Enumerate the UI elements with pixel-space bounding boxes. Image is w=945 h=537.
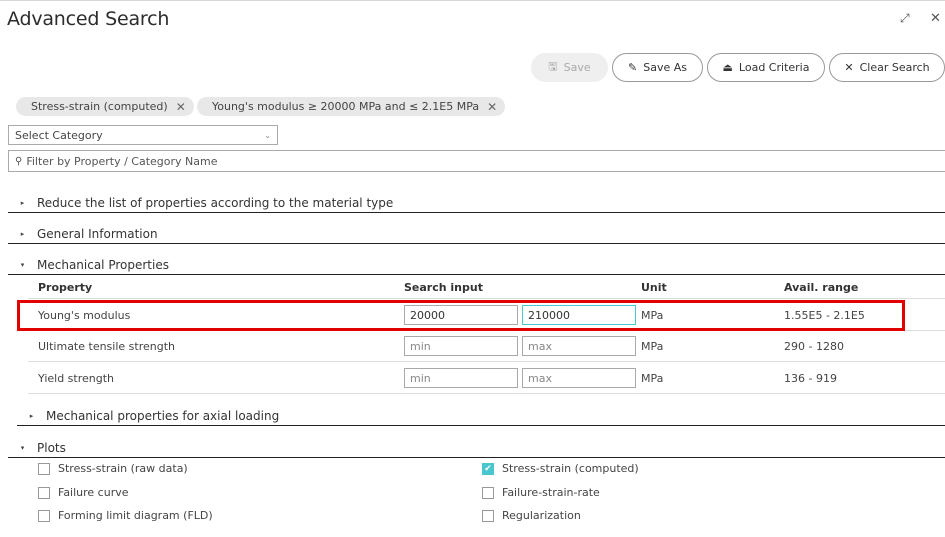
- property-name: Ultimate tensile strength: [38, 340, 176, 353]
- section-mechanical-properties[interactable]: ▾ Mechanical Properties: [8, 255, 945, 275]
- plot-checkbox[interactable]: ✔ Stress-strain (computed): [482, 462, 639, 475]
- category-select[interactable]: Select Category ⌄: [8, 125, 278, 145]
- column-header-property: Property: [38, 281, 93, 294]
- checkbox-icon: [38, 462, 50, 475]
- expand-arrow-icon: ▸: [29, 411, 34, 420]
- section-label: Plots: [37, 440, 66, 455]
- remove-chip-icon[interactable]: ✕: [487, 100, 497, 114]
- unit: MPa: [641, 309, 664, 322]
- section-axial-loading[interactable]: ▸ Mechanical properties for axial loadin…: [17, 406, 945, 426]
- checkbox-label: Forming limit diagram (FLD): [58, 509, 213, 522]
- checkbox-icon: [482, 509, 494, 522]
- collapse-arrow-icon: ▾: [20, 260, 25, 269]
- plot-checkbox[interactable]: Failure curve: [38, 486, 129, 499]
- unit: MPa: [641, 372, 664, 385]
- filter-chip: Young's modulus ≥ 20000 MPa and ≤ 2.1E5 …: [197, 97, 506, 116]
- checkbox-label: Regularization: [502, 509, 581, 522]
- save-as-button[interactable]: ✎ Save As: [612, 53, 703, 82]
- avail-range: 1.55E5 - 2.1E5: [784, 309, 865, 322]
- close-icon[interactable]: ✕: [930, 11, 941, 26]
- divider: [28, 298, 945, 299]
- column-header-avail-range: Avail. range: [784, 281, 859, 294]
- checkbox-icon: [38, 509, 50, 522]
- property-name: Young's modulus: [38, 309, 131, 322]
- table-row: Yield strength MPa 136 - 919: [28, 363, 945, 394]
- load-criteria-label: Load Criteria: [738, 61, 810, 74]
- filter-placeholder: Filter by Property / Category Name: [26, 154, 218, 168]
- edit-icon: ✎: [628, 61, 638, 74]
- section-general-information[interactable]: ▸ General Information: [8, 224, 945, 244]
- category-select-value: Select Category: [15, 128, 103, 142]
- property-name: Yield strength: [38, 372, 115, 385]
- expand-arrow-icon: ▸: [20, 229, 25, 238]
- collapse-arrow-icon: ▾: [20, 443, 25, 452]
- chevron-down-icon: ⌄: [264, 130, 271, 140]
- section-label: General Information: [37, 226, 158, 241]
- section-label: Mechanical Properties: [37, 257, 169, 272]
- section-label: Reduce the list of properties according …: [37, 195, 394, 210]
- min-input[interactable]: [404, 305, 518, 325]
- checkmark-icon: ✔: [482, 462, 494, 475]
- remove-chip-icon[interactable]: ✕: [176, 100, 186, 114]
- table-row: Young's modulus MPa 1.55E5 - 2.1E5: [28, 300, 945, 331]
- checkbox-label: Stress-strain (computed): [502, 462, 639, 475]
- upload-icon: ⏏: [722, 61, 733, 74]
- section-plots[interactable]: ▾ Plots: [8, 438, 945, 458]
- column-header-search-input: Search input: [404, 281, 483, 294]
- section-material-type[interactable]: ▸ Reduce the list of properties accordin…: [8, 193, 945, 213]
- checkbox-label: Stress-strain (raw data): [58, 462, 188, 475]
- checkbox-label: Failure curve: [58, 486, 129, 499]
- min-input[interactable]: [404, 368, 518, 388]
- avail-range: 136 - 919: [784, 372, 837, 385]
- table-row: Ultimate tensile strength MPa 290 - 1280: [28, 331, 945, 362]
- checkbox-label: Failure-strain-rate: [502, 486, 600, 499]
- max-input[interactable]: [522, 368, 636, 388]
- unit: MPa: [641, 340, 664, 353]
- column-header-unit: Unit: [641, 281, 667, 294]
- save-label: Save: [563, 61, 591, 74]
- plot-checkbox[interactable]: Stress-strain (raw data): [38, 462, 188, 475]
- plot-checkbox[interactable]: Forming limit diagram (FLD): [38, 509, 213, 522]
- avail-range: 290 - 1280: [784, 340, 844, 353]
- checkbox-icon: [482, 486, 494, 499]
- max-input[interactable]: [522, 336, 636, 356]
- plot-checkbox[interactable]: Failure-strain-rate: [482, 486, 600, 499]
- filter-input[interactable]: ⚲ Filter by Property / Category Name: [8, 150, 945, 172]
- save-icon: 🖫: [548, 60, 558, 73]
- chip-label: Young's modulus ≥ 20000 MPa and ≤ 2.1E5 …: [212, 100, 480, 113]
- plot-checkbox[interactable]: Regularization: [482, 509, 581, 522]
- search-icon: ⚲: [15, 155, 23, 167]
- section-label: Mechanical properties for axial loading: [46, 408, 280, 423]
- chip-label: Stress-strain (computed): [31, 100, 168, 113]
- clear-search-button[interactable]: ✕ Clear Search: [829, 53, 945, 82]
- checkbox-icon: [38, 486, 50, 499]
- page-title: Advanced Search: [7, 8, 170, 30]
- filter-chip: Stress-strain (computed) ✕: [16, 97, 194, 116]
- save-as-label: Save As: [643, 61, 687, 74]
- max-input[interactable]: [522, 305, 636, 325]
- clear-icon: ✕: [844, 61, 854, 74]
- save-button[interactable]: 🖫 Save: [531, 53, 608, 82]
- expand-icon[interactable]: ⤢: [900, 11, 910, 26]
- min-input[interactable]: [404, 336, 518, 356]
- clear-search-label: Clear Search: [859, 61, 930, 74]
- expand-arrow-icon: ▸: [20, 198, 25, 207]
- load-criteria-button[interactable]: ⏏ Load Criteria: [707, 53, 825, 82]
